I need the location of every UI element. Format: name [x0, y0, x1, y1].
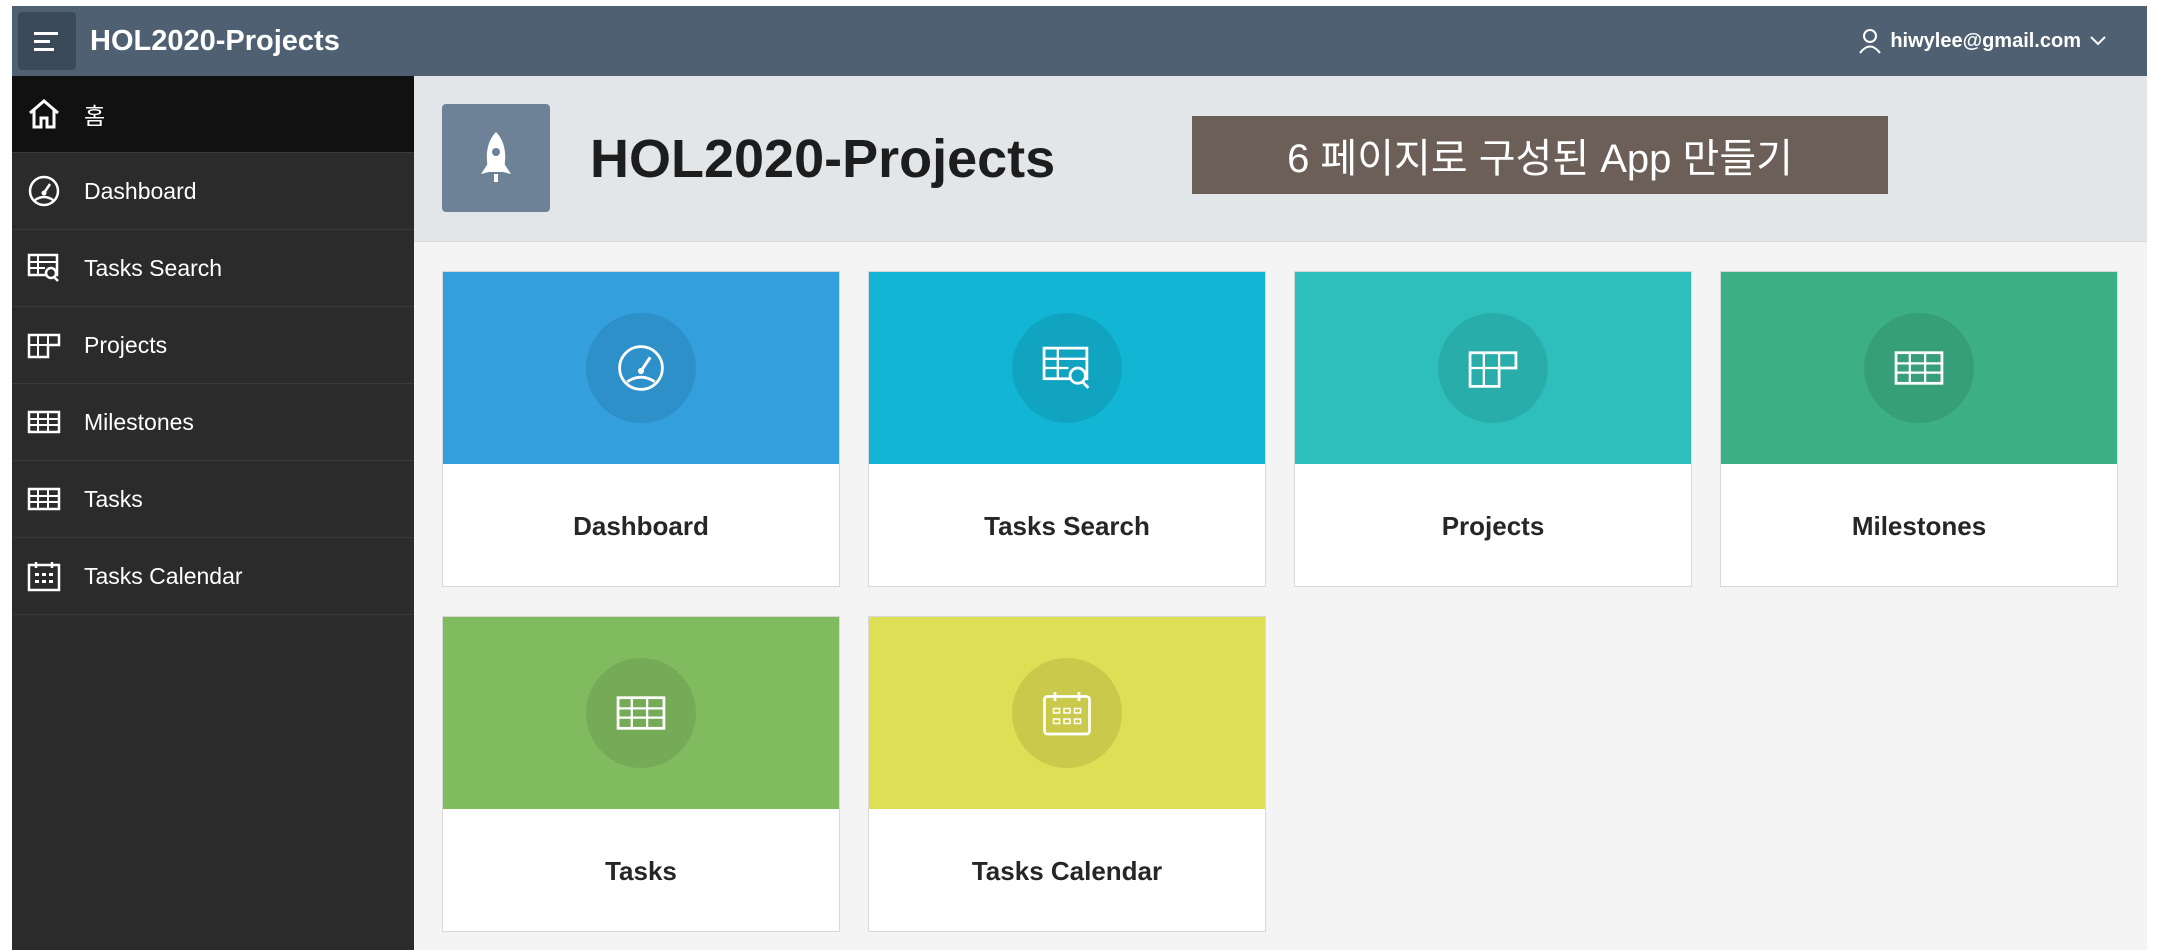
app-title[interactable]: HOL2020-Projects	[90, 25, 340, 58]
card-dashboard[interactable]: Dashboard	[442, 271, 840, 587]
card-color-block	[443, 617, 839, 809]
sidebar-item-tasks-search[interactable]: Tasks Search	[12, 230, 414, 307]
card-tasks-search[interactable]: Tasks Search	[868, 271, 1266, 587]
user-menu[interactable]: hiwylee@gmail.com	[1858, 6, 2107, 76]
sidebar-item-label: Tasks	[84, 485, 143, 512]
app-frame: HOL2020-Projects hiwylee@gmail.com 홈 Das…	[12, 6, 2147, 950]
card-tasks-calendar[interactable]: Tasks Calendar	[868, 616, 1266, 932]
sidebar-item-label: Tasks Search	[84, 254, 223, 281]
sidebar-item-tasks-calendar[interactable]: Tasks Calendar	[12, 538, 414, 615]
calendar-icon	[1012, 658, 1122, 768]
table-icon	[24, 479, 64, 519]
card-label: Dashboard	[573, 510, 709, 541]
rocket-icon	[442, 104, 550, 212]
calendar-icon	[24, 556, 64, 596]
sidebar-item-projects[interactable]: Projects	[12, 307, 414, 384]
card-tasks[interactable]: Tasks	[442, 616, 840, 932]
card-color-block	[869, 272, 1265, 464]
card-color-block	[869, 617, 1265, 809]
chevron-down-icon	[2090, 36, 2106, 46]
card-milestones[interactable]: Milestones	[1720, 271, 2118, 587]
sidebar-item-milestones[interactable]: Milestones	[12, 384, 414, 461]
table-search-icon	[1012, 313, 1122, 423]
dashboard-gauge-icon	[24, 171, 64, 211]
card-color-block	[1295, 272, 1691, 464]
card-color-block	[443, 272, 839, 464]
card-color-block	[1721, 272, 2117, 464]
table-icon	[24, 402, 64, 442]
table-icon	[586, 658, 696, 768]
user-email: hiwylee@gmail.com	[1890, 29, 2081, 52]
table-icon	[1864, 313, 1974, 423]
sidebar-item-label: Projects	[84, 331, 168, 358]
sidebar-item-label: 홈	[84, 103, 106, 129]
sidebar-navigation: 홈 Dashboard Tasks Search Projects Milest…	[12, 76, 414, 950]
card-label: Projects	[1441, 510, 1545, 541]
table-grid-icon	[1438, 313, 1548, 423]
hamburger-icon	[34, 32, 58, 51]
page-title: HOL2020-Projects	[590, 129, 1056, 189]
card-label: Milestones	[1851, 510, 1987, 541]
menu-toggle-button[interactable]	[18, 12, 76, 70]
sidebar-item-dashboard[interactable]: Dashboard	[12, 153, 414, 230]
sidebar-item-label: Dashboard	[84, 177, 197, 204]
home-icon	[24, 94, 64, 134]
sidebar-item-label: Milestones	[84, 408, 194, 435]
card-projects[interactable]: Projects	[1294, 271, 1692, 587]
table-search-icon	[24, 248, 64, 288]
top-navigation-bar: HOL2020-Projects hiwylee@gmail.com	[12, 6, 2147, 76]
dashboard-gauge-icon	[586, 313, 696, 423]
card-label: Tasks	[605, 855, 677, 886]
table-grid-icon	[24, 325, 64, 365]
hero-region: HOL2020-Projects 6 페이지로 구성된 App 만들기	[414, 76, 2147, 242]
card-label: Tasks Calendar	[971, 855, 1163, 886]
sidebar-item-home[interactable]: 홈	[12, 76, 414, 153]
annotation-banner: 6 페이지로 구성된 App 만들기	[1192, 116, 1888, 194]
sidebar-item-tasks[interactable]: Tasks	[12, 461, 414, 538]
card-label: Tasks Search	[984, 510, 1150, 541]
user-icon	[1859, 29, 1882, 54]
sidebar-item-label: Tasks Calendar	[84, 562, 243, 589]
